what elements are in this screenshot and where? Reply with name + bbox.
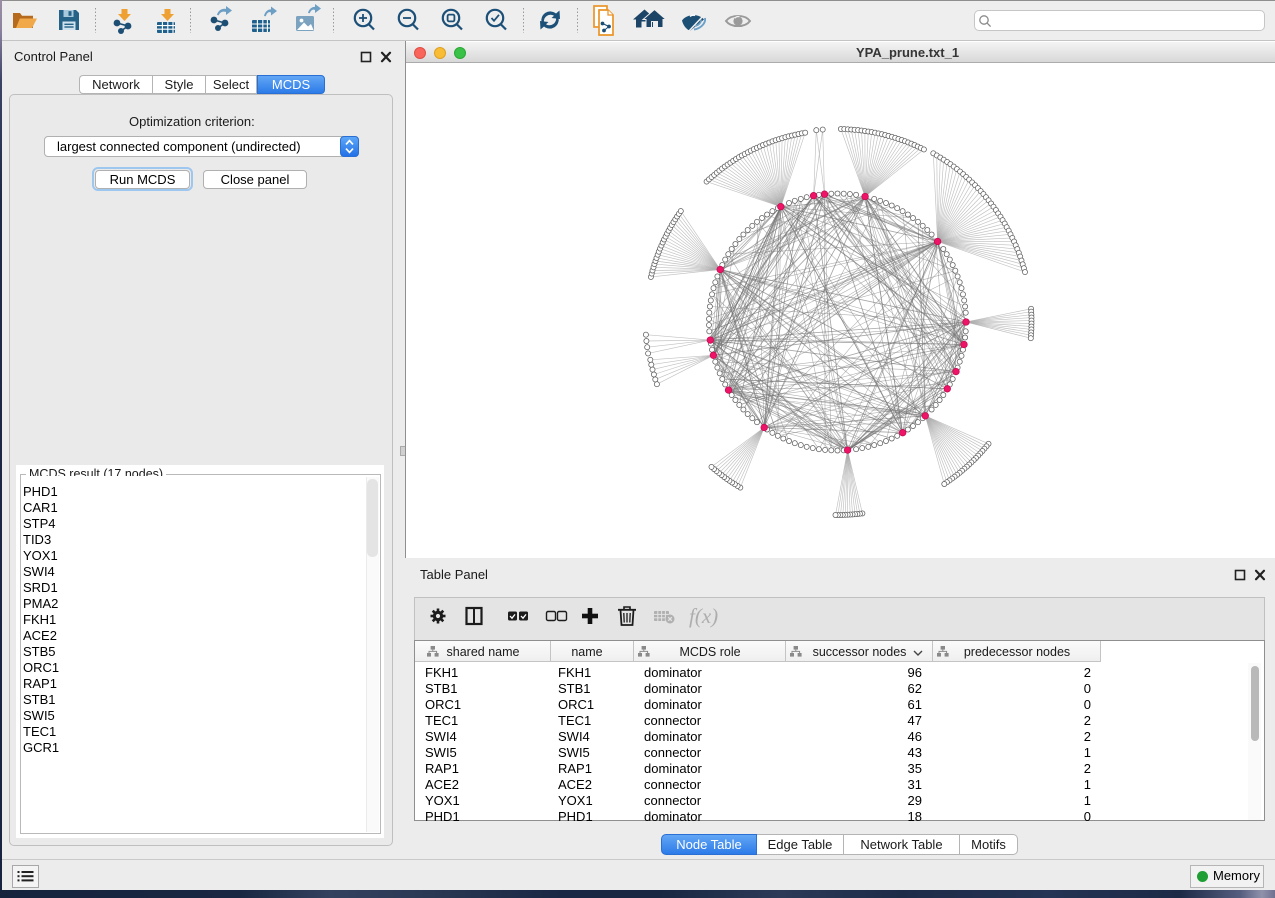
svg-text:f(x): f(x)	[689, 604, 718, 628]
